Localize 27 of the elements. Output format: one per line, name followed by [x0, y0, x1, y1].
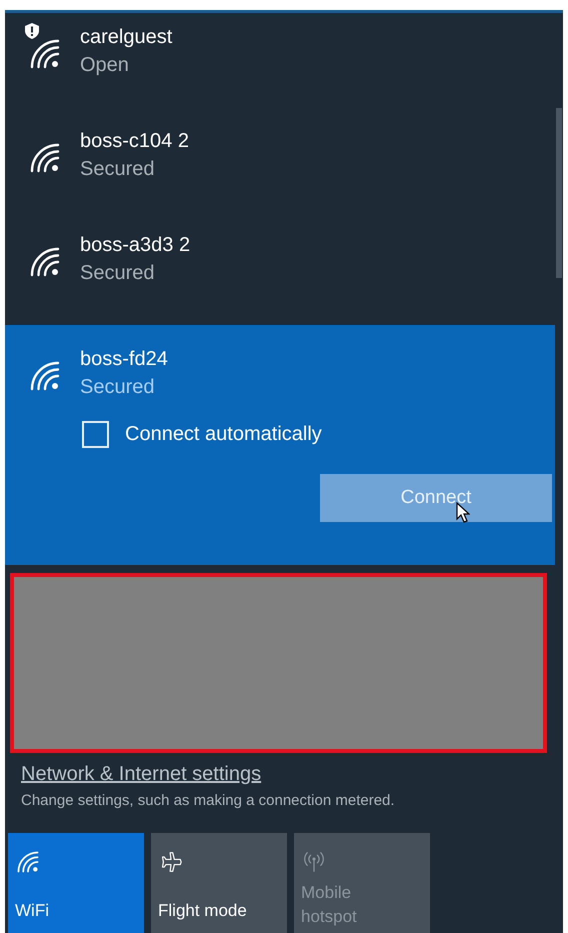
network-status: Secured [80, 157, 156, 182]
network-name: boss-c104 2 [80, 129, 189, 154]
antenna-icon [303, 851, 325, 873]
network-name: carelguest [80, 25, 172, 50]
wifi-icon [30, 143, 60, 173]
flight-tile[interactable]: Flight mode [151, 833, 287, 933]
network-status: Secured [80, 375, 156, 400]
network-name: boss-a3d3 2 [80, 233, 190, 258]
wifi-icon [30, 247, 60, 277]
checkbox[interactable] [82, 421, 109, 448]
wifi-tile[interactable]: WiFi [8, 833, 144, 933]
wifi-icon [30, 361, 60, 391]
checkbox-label[interactable]: Connect automatically [125, 423, 322, 446]
network-item[interactable]: carelguest Open [5, 13, 555, 117]
scrollbar-thumb[interactable] [556, 108, 562, 278]
network-status: Open [80, 53, 130, 78]
network-item[interactable]: boss-fd24 Secured Connect automatically Connect [5, 325, 555, 565]
settings-hint: Change settings, such as making a connection metered. [21, 792, 396, 809]
network-item[interactable]: boss-a3d3 2 Secured [5, 221, 555, 325]
network-status: Secured [80, 261, 156, 286]
mouse-pointer-icon [456, 502, 470, 524]
airplane-icon [160, 851, 182, 873]
network-item[interactable]: boss-c104 2 Secured [5, 117, 555, 221]
wifi-icon [30, 39, 60, 69]
settings-link[interactable]: Network & Internet settings [21, 763, 539, 786]
wifi-icon [17, 851, 39, 873]
network-name: boss-fd24 [80, 347, 168, 372]
